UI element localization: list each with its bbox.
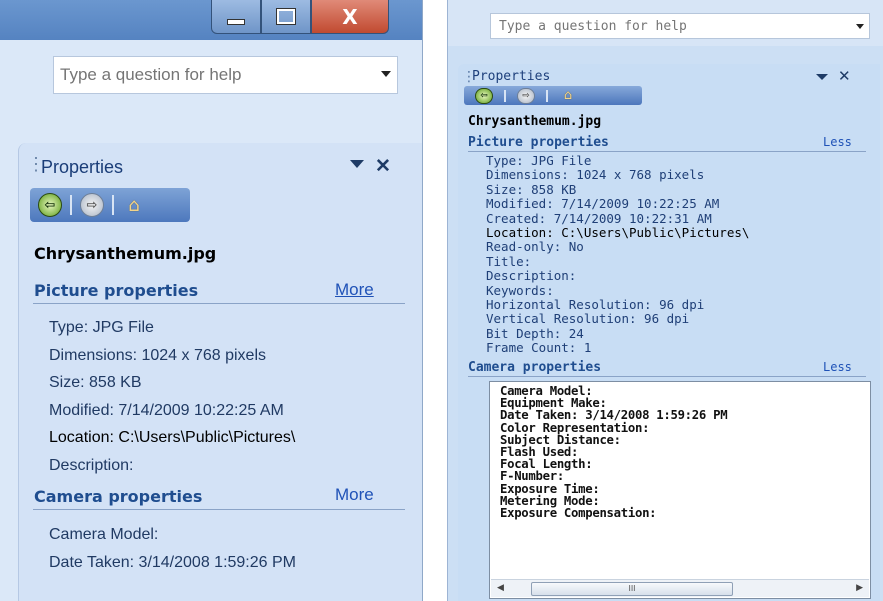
property-dimensions: Dimensions: 1024 x 768 pixels <box>486 167 705 183</box>
pane-navigation-bar: ⇦ ⇨ ⌂ <box>30 188 190 222</box>
home-button[interactable]: ⌂ <box>120 191 148 219</box>
property-keywords: Keywords: <box>486 282 554 298</box>
property-type: Type: JPG File <box>486 153 592 168</box>
file-name: Chrysanthemum.jpg <box>34 244 217 263</box>
section-divider <box>468 151 866 152</box>
picture-properties-list: Type: JPG File Dimensions: 1024 x 768 pi… <box>486 153 750 356</box>
pane-title: Properties <box>472 69 551 84</box>
property-created: Created: 7/14/2009 10:22:31 AM <box>486 210 712 226</box>
properties-pane: ⋮ Properties ✕ ⇦ ⇨ ⌂ Chrysanthemum.jpg P… <box>458 64 880 601</box>
help-search-box[interactable] <box>490 13 870 39</box>
camera-properties-more-link[interactable]: More <box>335 485 374 505</box>
back-button[interactable]: ⇦ <box>474 87 494 104</box>
scroll-right-icon[interactable]: ▶ <box>856 583 863 593</box>
pane-close-icon[interactable]: ✕ <box>375 155 391 178</box>
back-button[interactable]: ⇦ <box>36 191 64 219</box>
pane-navigation-bar: ⇦ ⇨ ⌂ <box>464 86 642 105</box>
property-horizontal-resolution: Horizontal Resolution: 96 dpi <box>486 297 705 313</box>
pane-menu-icon[interactable] <box>816 74 828 80</box>
maximize-button[interactable] <box>261 0 311 34</box>
property-location: Location: C:\Users\Public\Pictures\ <box>486 225 750 241</box>
camera-properties-list: Camera Model: Date Taken: 3/14/2008 1:59… <box>49 521 296 576</box>
property-read-only: Read-only: No <box>486 239 584 255</box>
property-bit-depth: Bit Depth: 24 <box>486 325 584 341</box>
close-window-button[interactable]: X <box>311 0 389 34</box>
home-button[interactable]: ⌂ <box>558 87 578 104</box>
help-row <box>0 40 422 140</box>
property-date-taken: Date Taken: 3/14/2008 1:59:26 PM <box>500 408 728 423</box>
scroll-thumb[interactable]: III <box>531 582 733 596</box>
help-search-input[interactable] <box>54 57 362 93</box>
property-exposure-compensation: Exposure Compensation: <box>500 506 657 521</box>
forward-arrow-icon: ⇨ <box>80 193 104 217</box>
property-date-taken: Date Taken: 3/14/2008 1:59:26 PM <box>49 553 296 571</box>
right-panel: ⋮ Properties ✕ ⇦ ⇨ ⌂ Chrysanthemum.jpg P… <box>447 0 883 601</box>
picture-properties-less-link[interactable]: Less <box>823 135 852 149</box>
property-vertical-resolution: Vertical Resolution: 96 dpi <box>486 311 690 327</box>
help-search-input[interactable] <box>491 14 841 38</box>
forward-arrow-icon: ⇨ <box>517 87 535 104</box>
property-exposure-time: Exposure Time: <box>500 481 600 496</box>
home-icon: ⌂ <box>563 88 573 103</box>
property-modified: Modified: 7/14/2009 10:22:25 AM <box>486 196 720 212</box>
property-size: Size: 858 KB <box>49 374 142 392</box>
picture-properties-title: Picture properties <box>34 281 199 300</box>
property-dimensions: Dimensions: 1024 x 768 pixels <box>49 346 267 364</box>
camera-properties-less-link[interactable]: Less <box>823 360 852 374</box>
nav-separator <box>70 195 72 215</box>
property-description: Description: <box>486 268 577 284</box>
nav-separator <box>546 89 548 102</box>
section-divider <box>468 376 866 377</box>
camera-properties-title: Camera properties <box>34 487 203 506</box>
property-camera-model: Camera Model: <box>49 526 159 543</box>
close-window-icon: X <box>342 4 358 29</box>
property-title: Title: <box>486 253 532 269</box>
property-f-number: F-Number: <box>500 469 564 484</box>
left-panel: X ⋮ Properties ✕ ⇦ ⇨ ⌂ Chrysanthemum.jpg… <box>0 0 423 601</box>
maximize-icon <box>276 8 296 25</box>
nav-separator <box>112 195 114 215</box>
properties-pane: ⋮ Properties ✕ ⇦ ⇨ ⌂ Chrysanthemum.jpg P… <box>18 143 422 601</box>
pane-close-icon[interactable]: ✕ <box>838 67 851 85</box>
back-arrow-icon: ⇦ <box>38 193 62 217</box>
picture-properties-list: Type: JPG File Dimensions: 1024 x 768 pi… <box>49 314 295 480</box>
property-color-representation: Color Representation: <box>500 420 650 435</box>
window-controls: X <box>211 0 389 36</box>
scroll-left-icon[interactable]: ◀ <box>497 583 504 593</box>
camera-properties-list: Camera Model: Equipment Make: Date Taken… <box>500 385 728 521</box>
home-icon: ⌂ <box>128 194 140 216</box>
section-divider <box>33 303 405 304</box>
pane-header: ⋮ Properties ✕ <box>19 143 422 187</box>
help-dropdown-icon[interactable] <box>856 24 864 29</box>
help-search-box[interactable] <box>53 56 398 94</box>
forward-button[interactable]: ⇨ <box>516 87 536 104</box>
window-titlebar: X <box>0 0 422 40</box>
property-modified: Modified: 7/14/2009 10:22:25 AM <box>49 401 284 419</box>
property-description: Description: <box>49 456 134 474</box>
back-arrow-icon: ⇦ <box>475 87 493 104</box>
nav-separator <box>504 89 506 102</box>
horizontal-scrollbar[interactable]: ◀ III ▶ <box>491 579 869 597</box>
help-dropdown-icon[interactable] <box>381 71 391 77</box>
help-row <box>448 0 883 46</box>
property-type: Type: JPG File <box>49 319 154 336</box>
property-frame-count: Frame Count: 1 <box>486 340 592 356</box>
minimize-button[interactable] <box>211 0 261 34</box>
property-location: Location: C:\Users\Public\Pictures\ <box>49 429 296 447</box>
forward-button[interactable]: ⇨ <box>78 191 106 219</box>
pane-title: Properties <box>41 157 124 177</box>
camera-properties-title: Camera properties <box>468 360 602 375</box>
picture-properties-title: Picture properties <box>468 135 609 150</box>
section-divider <box>33 509 405 510</box>
camera-properties-box[interactable]: Camera Model: Equipment Make: Date Taken… <box>489 381 871 599</box>
pane-menu-icon[interactable] <box>350 160 364 168</box>
picture-properties-more-link[interactable]: More <box>335 280 374 300</box>
minimize-icon <box>227 18 245 25</box>
file-name: Chrysanthemum.jpg <box>468 114 602 129</box>
property-size: Size: 858 KB <box>486 181 577 197</box>
